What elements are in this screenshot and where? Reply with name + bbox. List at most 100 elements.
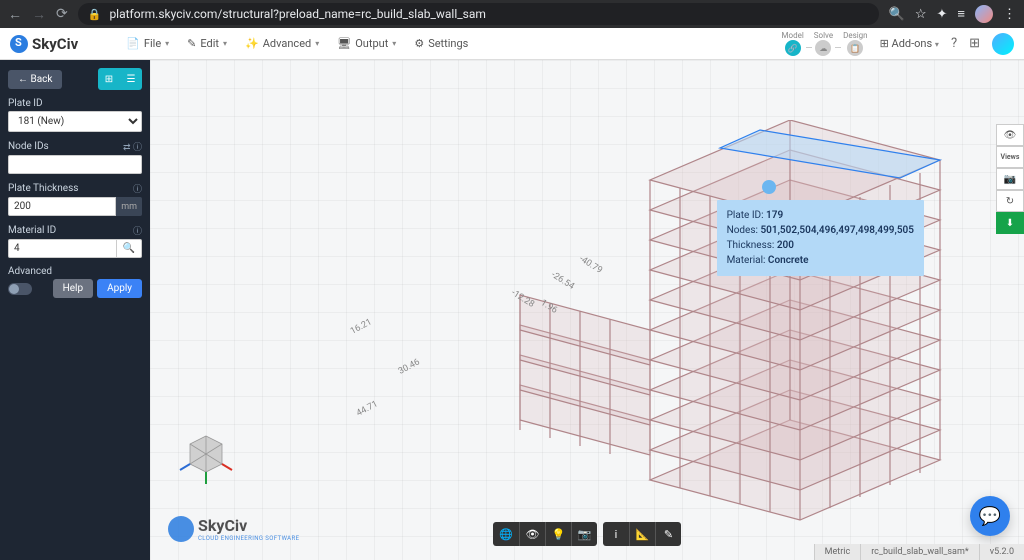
view-grid-button[interactable]: ⊞ <box>98 68 120 90</box>
back-button[interactable]: ← Back <box>8 70 62 89</box>
draw-button[interactable]: ✎ <box>655 522 681 546</box>
workflow-line <box>835 47 841 48</box>
view-toggle: ⊞ ☰ <box>98 68 142 90</box>
star-icon[interactable]: ☆ <box>915 7 927 22</box>
menu-settings[interactable]: ⚙Settings <box>406 33 476 54</box>
main-layout: ← Back ⊞ ☰ Plate ID 181 (New) Node IDs⇄ … <box>0 60 1024 560</box>
help-icon[interactable]: ? <box>951 36 957 51</box>
cloud-icon: ☁ <box>815 40 831 56</box>
apps-grid-icon[interactable]: ⊞ <box>969 36 980 51</box>
info-button[interactable]: i <box>603 522 629 546</box>
info-icon[interactable]: ⓘ <box>133 224 142 237</box>
swap-icon[interactable]: ⇄ <box>123 143 131 153</box>
watermark-sub: CLOUD ENGINEERING SOFTWARE <box>198 535 299 542</box>
refresh-button[interactable]: ↻ <box>996 190 1024 212</box>
grid-dimension: 30.46 <box>397 357 422 376</box>
file-icon: 📄 <box>126 37 140 50</box>
field-material: Material IDⓘ 🔍 <box>8 224 142 258</box>
label-material: Material IDⓘ <box>8 224 142 237</box>
user-avatar[interactable] <box>992 33 1014 55</box>
viewport-toolbar: 🌐 👁 💡 📷 i 📐 ✎ <box>493 522 681 546</box>
chevron-down-icon: ▾ <box>935 40 939 49</box>
view-list-button[interactable]: ☰ <box>120 68 142 90</box>
field-advanced: Advanced Help Apply <box>8 266 142 298</box>
sidebar: ← Back ⊞ ☰ Plate ID 181 (New) Node IDs⇄ … <box>0 60 150 560</box>
chevron-down-icon: ▾ <box>392 39 396 48</box>
label-node-ids: Node IDs⇄ ⓘ <box>8 140 142 153</box>
selection-handle[interactable] <box>762 180 776 194</box>
url-text: platform.skyciv.com/structural?preload_n… <box>109 7 485 21</box>
browser-nav-bar: ← → ⟳ 🔒 platform.skyciv.com/structural?p… <box>0 0 1024 28</box>
url-bar[interactable]: 🔒 platform.skyciv.com/structural?preload… <box>78 3 879 25</box>
app-logo[interactable]: SkyCiv <box>10 35 78 53</box>
thickness-input[interactable] <box>8 197 116 216</box>
wand-icon: ✨ <box>245 37 259 50</box>
material-search-button[interactable]: 🔍 <box>117 239 142 258</box>
grid-icon: ⊞ <box>880 37 889 50</box>
info-icon[interactable]: ⓘ <box>133 143 142 153</box>
measure-button[interactable]: 📐 <box>629 522 655 546</box>
workflow-solve[interactable]: Solve☁ <box>814 31 833 56</box>
menu-advanced[interactable]: ✨Advanced▾ <box>237 33 327 54</box>
light-button[interactable]: 💡 <box>545 522 571 546</box>
app-header: SkyCiv 📄File▾ ✎Edit▾ ✨Advanced▾ 🖥Output▾… <box>0 28 1024 60</box>
axis-gizmo[interactable] <box>178 430 234 486</box>
visibility-button[interactable]: 👁 <box>519 522 545 546</box>
thickness-unit: mm <box>116 197 142 216</box>
gear-icon: ⚙ <box>414 37 424 50</box>
structural-model <box>470 120 990 540</box>
pencil-icon: ✎ <box>187 37 196 50</box>
status-bar: Metric rc_build_slab_wall_sam* v5.2.0 <box>814 544 1024 560</box>
browser-reload-icon[interactable]: ⟳ <box>56 6 68 22</box>
camera-button[interactable]: 📷 <box>571 522 597 546</box>
logo-mark <box>10 35 28 53</box>
header-right: Model🔗 Solve☁ Design📋 ⊞ Add-ons ▾ ? ⊞ <box>782 31 1014 56</box>
plate-id-select[interactable]: 181 (New) <box>8 111 142 132</box>
right-toolbar: 👁 Views 📷 ↻ ⬇ <box>996 124 1024 234</box>
apply-button[interactable]: Apply <box>97 279 142 298</box>
playlist-icon[interactable]: ≡ <box>957 6 965 22</box>
lock-icon: 🔒 <box>88 8 102 21</box>
views-button[interactable]: Views <box>996 146 1024 168</box>
browser-forward-icon[interactable]: → <box>32 6 46 23</box>
field-plate-id: Plate ID 181 (New) <box>8 98 142 132</box>
clipboard-icon: 📋 <box>847 40 863 56</box>
workflow-dot-active: 🔗 <box>785 40 801 56</box>
material-input[interactable] <box>8 239 117 258</box>
menu-edit[interactable]: ✎Edit▾ <box>179 33 235 54</box>
main-menu: 📄File▾ ✎Edit▾ ✨Advanced▾ 🖥Output▾ ⚙Setti… <box>118 33 476 54</box>
units-indicator[interactable]: Metric <box>814 544 861 560</box>
menu-file[interactable]: 📄File▾ <box>118 33 177 54</box>
addons-menu[interactable]: ⊞ Add-ons ▾ <box>880 37 939 50</box>
workflow-design[interactable]: Design📋 <box>843 31 867 56</box>
file-name[interactable]: rc_build_slab_wall_sam* <box>860 544 979 560</box>
info-icon[interactable]: ⓘ <box>133 182 142 195</box>
workflow-stepper: Model🔗 Solve☁ Design📋 <box>782 31 868 56</box>
workflow-line <box>806 47 812 48</box>
download-button[interactable]: ⬇ <box>996 212 1024 234</box>
eye-toggle[interactable]: 👁 <box>996 124 1024 146</box>
plate-info-tooltip: Plate ID: 179 Nodes: 501,502,504,496,497… <box>717 200 924 276</box>
chat-fab[interactable]: 💬 <box>970 496 1010 536</box>
browser-menu-icon[interactable]: ⋮ <box>1003 7 1016 22</box>
node-ids-input[interactable] <box>8 155 142 174</box>
version: v5.2.0 <box>979 544 1024 560</box>
chevron-down-icon: ▾ <box>223 39 227 48</box>
extension-icon[interactable]: ✦ <box>937 7 948 22</box>
menu-output[interactable]: 🖥Output▾ <box>329 33 404 54</box>
browser-back-icon[interactable]: ← <box>8 6 22 23</box>
advanced-toggle[interactable] <box>8 283 32 295</box>
field-thickness: Plate Thicknessⓘ mm <box>8 182 142 216</box>
search-icon[interactable]: 🔍 <box>889 7 905 22</box>
help-button[interactable]: Help <box>53 279 93 298</box>
brand-name: SkyCiv <box>32 35 78 53</box>
grid-dimension: 16.21 <box>349 317 374 336</box>
orbit-button[interactable]: 🌐 <box>493 522 519 546</box>
label-plate-id: Plate ID <box>8 98 142 109</box>
watermark-brand: SkyCiv <box>198 516 299 535</box>
workflow-model[interactable]: Model🔗 <box>782 31 804 56</box>
browser-avatar[interactable] <box>975 5 993 23</box>
screenshot-button[interactable]: 📷 <box>996 168 1024 190</box>
viewport-3d[interactable]: Plate ID: 179 Nodes: 501,502,504,496,497… <box>150 60 1024 560</box>
chevron-down-icon: ▾ <box>165 39 169 48</box>
